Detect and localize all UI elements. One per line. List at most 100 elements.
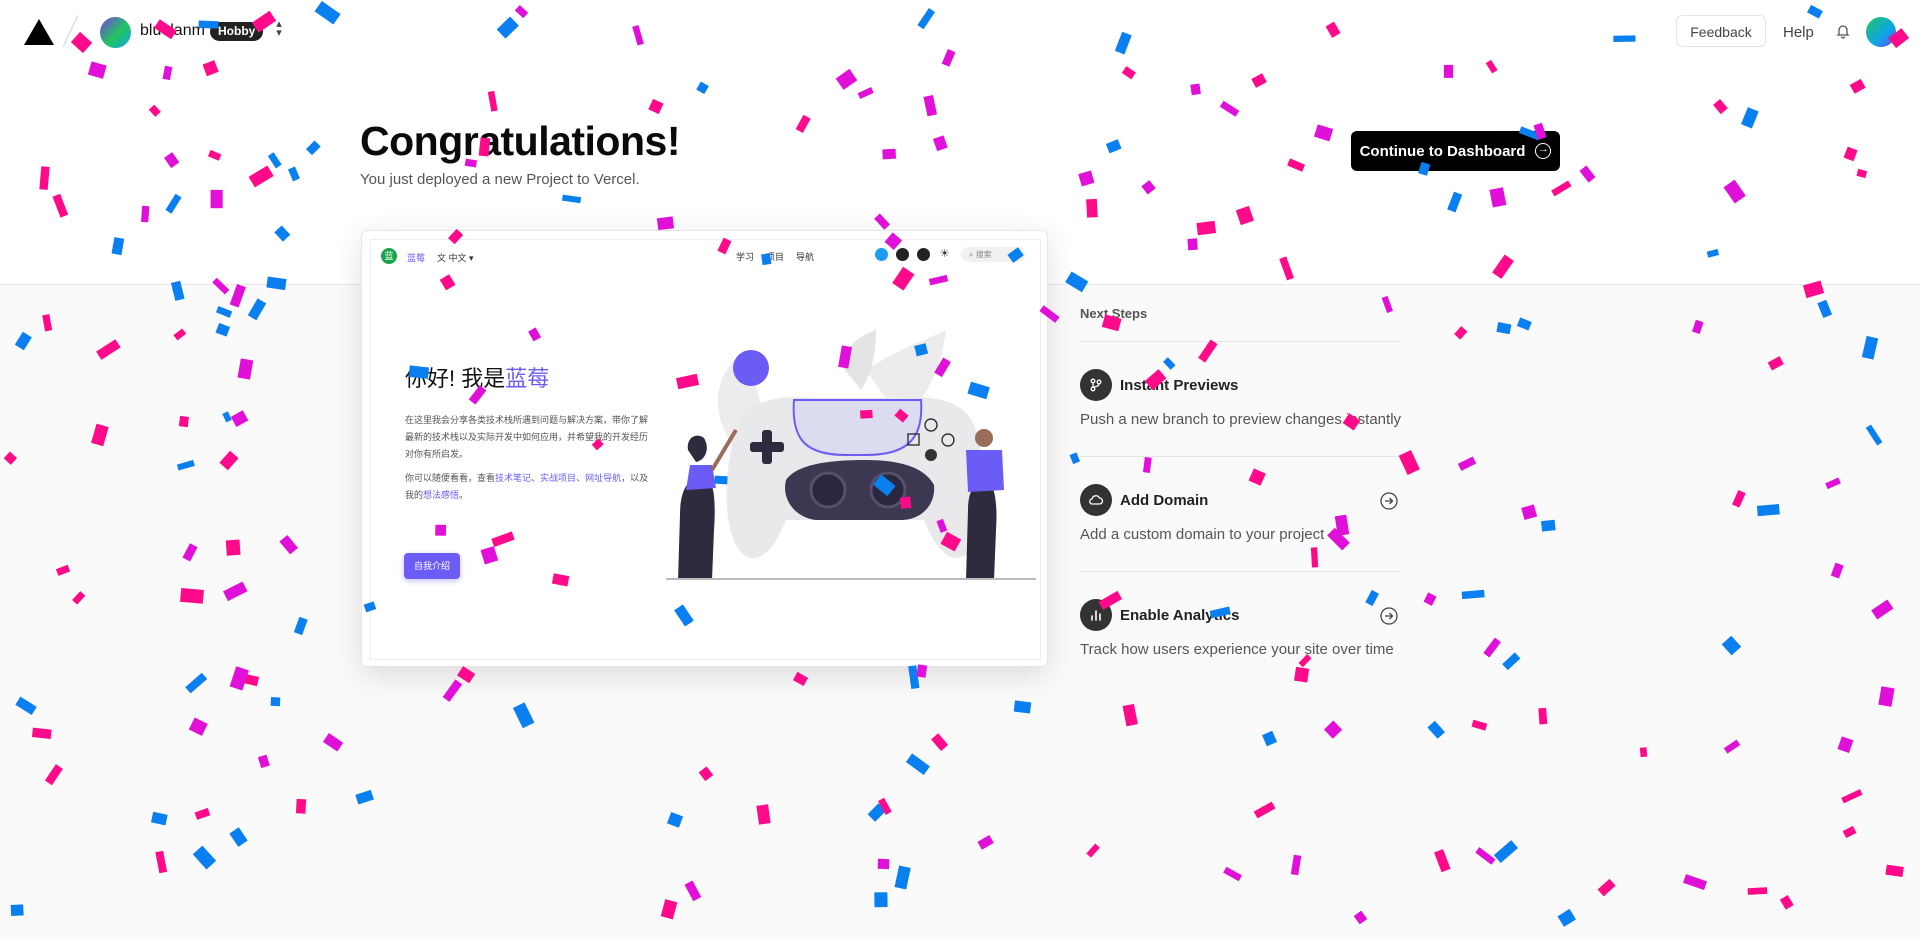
- confetti-piece: [1457, 456, 1477, 471]
- team-name[interactable]: bluelanm: [140, 22, 205, 40]
- step-description: Track how users experience your site ove…: [1080, 641, 1394, 658]
- confetti-piece: [684, 880, 702, 902]
- confetti-piece: [1538, 707, 1548, 725]
- confetti-piece: [229, 666, 249, 691]
- confetti-piece: [1878, 686, 1895, 707]
- confetti-piece: [1122, 703, 1138, 727]
- confetti-piece: [237, 358, 254, 380]
- confetti-piece: [1454, 326, 1468, 340]
- bell-icon[interactable]: [1835, 23, 1851, 39]
- divider: [1080, 571, 1401, 572]
- confetti-piece: [878, 797, 892, 815]
- confetti-piece: [457, 666, 476, 684]
- confetti-piece: [1381, 295, 1393, 313]
- confetti-piece: [182, 543, 198, 562]
- user-avatar[interactable]: [1866, 17, 1896, 47]
- preview-logo-icon: 蓝: [381, 248, 397, 264]
- confetti-piece: [229, 827, 248, 847]
- preview-link: 实战项目: [540, 473, 577, 483]
- preview-github-icon: [896, 248, 909, 261]
- preview-links-paragraph: 你可以随便看看，查看技术笔记、实战项目、网址导航，以及我的想法感悟。: [405, 470, 650, 504]
- confetti-piece: [874, 892, 888, 908]
- preview-text: 、: [576, 473, 586, 483]
- step-add-domain[interactable]: Add Domain Add a custom domain to your p…: [1080, 484, 1401, 554]
- preview-search: ⌕ 搜索: [961, 247, 1025, 262]
- gamepad-illustration: [666, 330, 1036, 580]
- confetti-piece: [244, 674, 260, 687]
- preview-steam-icon: [917, 248, 930, 261]
- confetti-piece: [14, 331, 32, 351]
- confetti-piece: [1261, 730, 1278, 747]
- confetti-piece: [894, 865, 911, 890]
- team-avatar[interactable]: [100, 17, 131, 48]
- confetti-piece: [1521, 504, 1538, 521]
- confetti-piece: [1013, 700, 1032, 714]
- confetti-piece: [1639, 747, 1648, 758]
- confetti-piece: [155, 850, 168, 874]
- feedback-button[interactable]: Feedback: [1676, 15, 1766, 47]
- confetti-piece: [3, 451, 18, 465]
- confetti-piece: [293, 616, 308, 636]
- confetti-piece: [1493, 840, 1518, 864]
- continue-button-label: Continue to Dashboard: [1359, 142, 1526, 160]
- confetti-piece: [355, 789, 374, 805]
- preview-nav: 学习 项目 导航: [736, 250, 814, 263]
- arrow-right-circle-icon: [1535, 141, 1552, 159]
- confetti-piece: [150, 811, 168, 826]
- confetti-piece: [905, 753, 930, 775]
- confetti-piece: [1557, 908, 1577, 927]
- deployment-preview-card[interactable]: 蓝 蓝莓 文 中文 ▾ 学习 项目 导航 ☀ ⌕ 搜索 你好! 我是蓝莓 在这里…: [361, 230, 1048, 667]
- team-switcher-chevron-icon[interactable]: ▴ ▾: [272, 19, 286, 42]
- preview-link: 想法感悟: [423, 490, 460, 500]
- confetti-piece: [1692, 319, 1704, 335]
- confetti-piece: [1721, 635, 1742, 656]
- preview-heading-prefix: 你好! 我是: [405, 366, 506, 391]
- confetti-piece: [188, 717, 208, 736]
- step-instant-previews[interactable]: Instant Previews Push a new branch to pr…: [1080, 369, 1401, 439]
- confetti-piece: [1723, 739, 1741, 754]
- confetti-piece: [660, 899, 678, 920]
- arrow-right-circle-icon[interactable]: [1380, 492, 1398, 510]
- confetti-piece: [1294, 666, 1310, 683]
- confetti-piece: [1871, 599, 1894, 620]
- confetti-piece: [1731, 489, 1746, 508]
- confetti-piece: [176, 459, 195, 471]
- confetti-piece: [1825, 477, 1841, 490]
- confetti-piece: [225, 539, 241, 556]
- confetti-piece: [1290, 854, 1302, 876]
- confetti-piece: [229, 284, 246, 308]
- confetti-piece: [55, 564, 71, 576]
- confetti-piece: [1398, 449, 1420, 476]
- confetti-piece: [1767, 356, 1784, 371]
- continue-to-dashboard-button[interactable]: Continue to Dashboard: [1351, 131, 1560, 171]
- analytics-icon: [1080, 599, 1112, 631]
- help-link[interactable]: Help: [1783, 24, 1814, 41]
- confetti-piece: [31, 727, 52, 739]
- confetti-piece: [223, 581, 248, 602]
- confetti-piece: [247, 298, 267, 321]
- preview-nav-item: 学习: [736, 252, 755, 262]
- breadcrumb-separator: [62, 15, 79, 47]
- preview-text: 、: [531, 473, 541, 483]
- confetti-piece: [666, 812, 684, 828]
- divider: [1080, 456, 1401, 457]
- arrow-right-circle-icon[interactable]: [1380, 607, 1398, 625]
- confetti-piece: [1779, 894, 1794, 910]
- confetti-piece: [1842, 825, 1857, 839]
- confetti-piece: [1540, 519, 1556, 532]
- confetti-piece: [442, 679, 463, 702]
- confetti-piece: [1502, 652, 1521, 671]
- step-enable-analytics[interactable]: Enable Analytics Track how users experie…: [1080, 599, 1401, 669]
- confetti-piece: [1597, 878, 1616, 897]
- confetti-piece: [295, 798, 307, 814]
- next-steps-heading: Next Steps: [1080, 306, 1148, 321]
- step-title: Instant Previews: [1120, 377, 1239, 394]
- preview-language: 文 中文 ▾: [437, 253, 474, 263]
- plan-badge: Hobby: [210, 22, 264, 41]
- confetti-piece: [1475, 847, 1496, 865]
- vercel-logo-icon[interactable]: [24, 19, 54, 45]
- confetti-piece: [180, 588, 204, 604]
- confetti-piece: [72, 591, 86, 605]
- confetti-piece: [1841, 789, 1863, 804]
- confetti-piece: [192, 845, 217, 870]
